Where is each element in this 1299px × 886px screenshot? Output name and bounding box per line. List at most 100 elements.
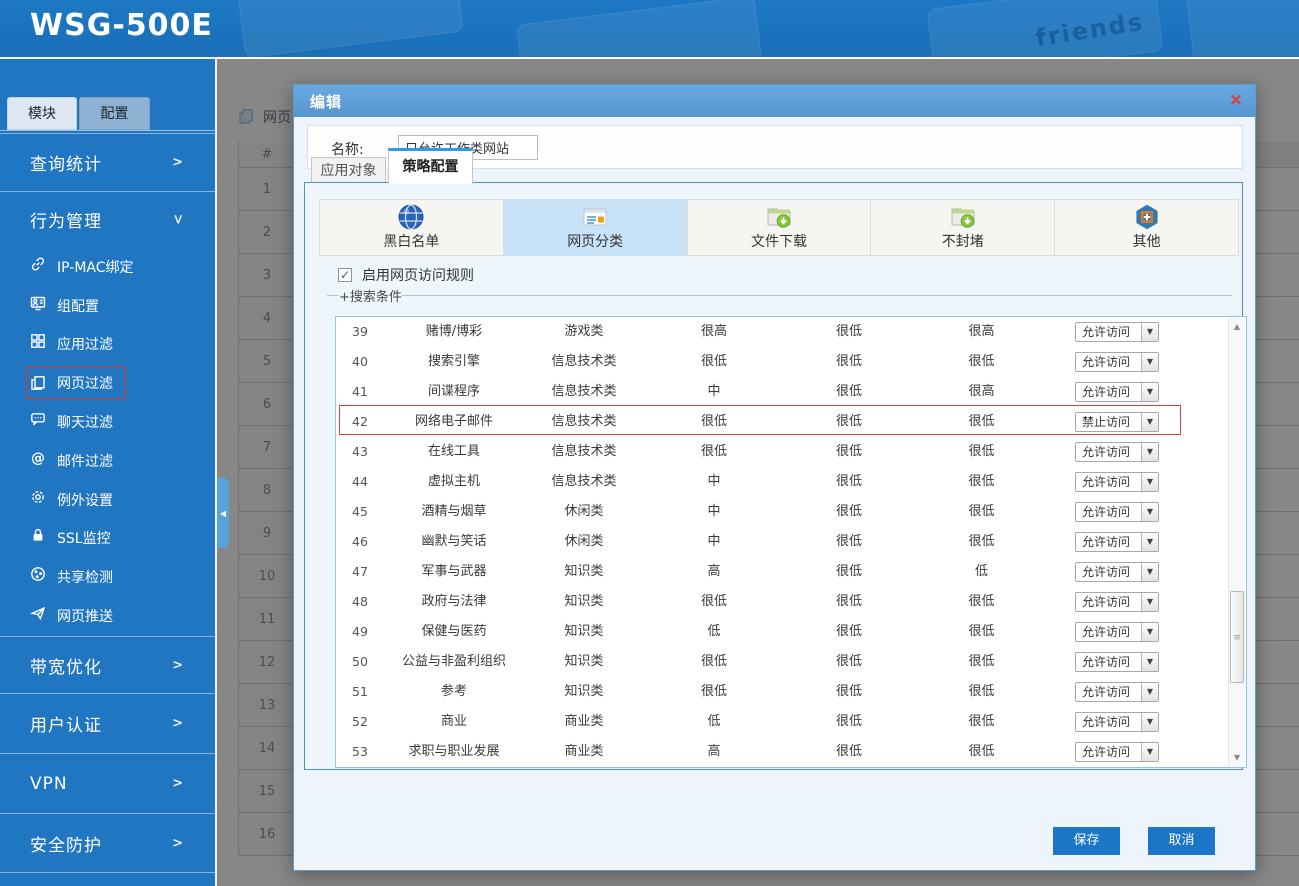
cell-level-2: 很低: [835, 624, 862, 639]
policy-tab-不封堵[interactable]: 不封堵: [870, 199, 1056, 256]
cell-level-1: 很低: [700, 654, 727, 669]
sidebar-item-例外设置[interactable]: 例外设置: [0, 480, 215, 519]
chevron-down-icon[interactable]: ▼: [1141, 323, 1158, 341]
action-select[interactable]: 允许访问 ▼: [1075, 682, 1159, 702]
tab-apply-target[interactable]: 应用对象: [311, 157, 386, 184]
action-select[interactable]: 允许访问 ▼: [1075, 472, 1159, 492]
sidebar-group-行为管理[interactable]: 行为管理 >: [0, 191, 215, 247]
search-condition-legend[interactable]: +搜索条件: [339, 286, 402, 305]
action-select[interactable]: 允许访问 ▼: [1075, 622, 1159, 642]
scroll-down-icon[interactable]: ▼: [1229, 750, 1245, 765]
sidebar-item-组配置[interactable]: 组配置: [0, 286, 215, 325]
policy-tab-黑白名单[interactable]: 黑白名单: [319, 199, 504, 256]
at-icon: @: [30, 450, 48, 466]
tab-policy-config[interactable]: 策略配置: [388, 148, 473, 184]
action-select[interactable]: 允许访问 ▼: [1075, 442, 1159, 462]
cell-level-3: 很低: [968, 744, 995, 759]
sidebar-group-label: 安全防护: [30, 835, 102, 856]
policy-tab-label: 文件下载: [750, 234, 807, 250]
cell-action: 允许访问 ▼: [1049, 467, 1246, 497]
sidebar-group-label: 行为管理: [30, 212, 102, 232]
sidebar-tab-modules[interactable]: 模块: [7, 97, 77, 130]
sidebar-item-label: IP-MAC绑定: [57, 259, 134, 276]
chevron-down-icon[interactable]: ▼: [1141, 623, 1158, 641]
action-select[interactable]: 允许访问 ▼: [1075, 742, 1159, 762]
chevron-down-icon[interactable]: ▼: [1141, 563, 1158, 581]
action-select[interactable]: 允许访问 ▼: [1075, 712, 1159, 732]
table-row: 42 网络电子邮件 信息技术类 很低 很低 很低 禁止访问 ▼: [336, 407, 1246, 437]
sidebar-item-label: SSL监控: [57, 531, 111, 548]
save-button[interactable]: 保存: [1053, 827, 1120, 855]
policy-tab-label: 网页分类: [567, 234, 624, 250]
sidebar-tab-config[interactable]: 配置: [79, 97, 150, 130]
other-icon: [1055, 203, 1238, 231]
list-scrollbar[interactable]: ▲ ≡ ▼: [1228, 318, 1245, 766]
action-select[interactable]: 允许访问 ▼: [1075, 382, 1159, 402]
cell-number: 44: [352, 474, 368, 489]
action-select[interactable]: 允许访问 ▼: [1075, 592, 1159, 612]
sidebar-item-聊天过滤[interactable]: 聊天过滤: [0, 402, 215, 441]
policy-tab-label: 不封堵: [941, 234, 984, 250]
cell-number: 46: [352, 534, 368, 549]
chevron-down-icon[interactable]: ▼: [1141, 683, 1158, 701]
chevron-down-icon[interactable]: ▼: [1141, 473, 1158, 491]
sidebar-item-网页过滤[interactable]: 网页过滤: [0, 363, 215, 402]
chevron-down-icon[interactable]: ▼: [1141, 743, 1158, 761]
enable-rule-row: ✓ 启用网页访问规则: [338, 265, 474, 285]
table-row: 44 虚拟主机 信息技术类 中 很低 很低 允许访问 ▼: [336, 467, 1246, 497]
sidebar-item-SSL监控[interactable]: SSL监控: [0, 519, 215, 558]
sidebar-group-安全防护[interactable]: 安全防护 >: [0, 813, 215, 872]
category-list: 39 赌博/博彩 游戏类 很高 很低 很高 允许访问 ▼ 40 搜索引擎 信息技术类 很低 很低 很低 允许…: [335, 316, 1247, 768]
chevron-down-icon[interactable]: ▼: [1141, 353, 1158, 371]
enable-rule-checkbox[interactable]: ✓: [338, 268, 352, 282]
cancel-button[interactable]: 取消: [1148, 827, 1215, 855]
sidebar-item-共享检测[interactable]: 共享检测: [0, 557, 215, 596]
sidebar-group-查询统计[interactable]: 查询统计 >: [0, 133, 215, 191]
sidebar-item-网页推送[interactable]: 网页推送: [0, 596, 215, 635]
sidebar-tab-bar: 模块 配置: [0, 97, 215, 130]
policy-tab-网页分类[interactable]: 网页分类: [502, 199, 688, 256]
chevron-down-icon[interactable]: ▼: [1141, 713, 1158, 731]
cell-level-1: 高: [707, 564, 721, 579]
app-grid-icon: [30, 333, 48, 349]
chevron-down-icon[interactable]: ▼: [1141, 503, 1158, 521]
cell-number: 48: [352, 594, 368, 609]
action-select[interactable]: 允许访问 ▼: [1075, 502, 1159, 522]
sidebar-group-带宽优化[interactable]: 带宽优化 >: [0, 636, 215, 693]
policy-tab-其他[interactable]: 其他: [1054, 199, 1239, 256]
sidebar-item-应用过滤[interactable]: 应用过滤: [0, 325, 215, 364]
cell-number: 39: [352, 324, 368, 339]
scrollbar-thumb[interactable]: ≡: [1230, 591, 1244, 683]
action-select[interactable]: 禁止访问 ▼: [1075, 412, 1159, 432]
cell-number: 50: [352, 654, 368, 669]
cell-category: 商业类: [564, 714, 604, 729]
sidebar-item-label: 例外设置: [57, 492, 113, 509]
cell-level-2: 很低: [835, 474, 862, 489]
cell-action: 允许访问 ▼: [1049, 737, 1246, 767]
action-select[interactable]: 允许访问 ▼: [1075, 652, 1159, 672]
action-select[interactable]: 允许访问 ▼: [1075, 562, 1159, 582]
cell-action: 允许访问 ▼: [1049, 707, 1246, 737]
sidebar-item-label: 邮件过滤: [57, 453, 113, 470]
cell-name: 求职与职业发展: [408, 744, 500, 759]
action-select[interactable]: 允许访问 ▼: [1075, 322, 1159, 342]
policy-tab-文件下载[interactable]: 文件下载: [686, 199, 872, 256]
chevron-down-icon[interactable]: ▼: [1141, 383, 1158, 401]
sidebar-item-IP-MAC绑定[interactable]: IP-MAC绑定: [0, 247, 215, 286]
scroll-up-icon[interactable]: ▲: [1229, 319, 1245, 334]
chevron-down-icon[interactable]: ▼: [1141, 413, 1158, 431]
sidebar-item-邮件过滤[interactable]: @ 邮件过滤: [0, 441, 215, 480]
action-select[interactable]: 允许访问 ▼: [1075, 352, 1159, 372]
chevron-down-icon[interactable]: ▼: [1141, 443, 1158, 461]
sidebar-collapse-handle[interactable]: ◀: [217, 478, 229, 548]
cell-level-3: 很低: [968, 594, 995, 609]
chevron-down-icon[interactable]: ▼: [1141, 653, 1158, 671]
action-select[interactable]: 允许访问 ▼: [1075, 532, 1159, 552]
chevron-down-icon[interactable]: ▼: [1141, 533, 1158, 551]
cell-level-3: 很低: [968, 504, 995, 519]
chevron-down-icon[interactable]: ▼: [1141, 593, 1158, 611]
sidebar-group-用户认证[interactable]: 用户认证 >: [0, 693, 215, 753]
cell-action: 允许访问 ▼: [1049, 677, 1246, 707]
close-icon[interactable]: ×: [1229, 90, 1243, 110]
sidebar-group-VPN[interactable]: VPN >: [0, 753, 215, 813]
